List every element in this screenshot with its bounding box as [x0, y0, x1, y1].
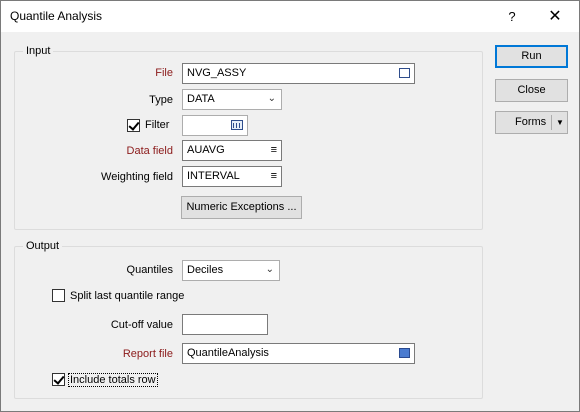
type-value: DATA — [187, 93, 215, 105]
report-file-value: QuantileAnalysis — [187, 347, 269, 359]
chevron-down-icon: ⌄ — [267, 93, 276, 104]
type-label: Type — [149, 94, 173, 106]
data-field-label: Data field — [126, 145, 173, 157]
forms-button[interactable]: Forms ▼ — [495, 111, 568, 134]
numeric-exceptions-button[interactable]: Numeric Exceptions ... — [181, 196, 302, 219]
split-last-label: Split last quantile range — [70, 290, 185, 302]
run-button[interactable]: Run — [495, 45, 568, 68]
data-field[interactable]: AUAVG ≡ — [182, 140, 282, 161]
quantiles-value: Deciles — [187, 264, 224, 276]
chevron-down-icon[interactable]: ▼ — [556, 112, 564, 133]
report-file-label: Report file — [122, 348, 173, 360]
data-field-value: AUAVG — [187, 144, 225, 156]
split-last-checkbox[interactable] — [52, 289, 65, 302]
file-browse-icon[interactable] — [399, 68, 410, 78]
filter-label: Filter — [145, 119, 170, 131]
window-title: Quantile Analysis — [10, 9, 103, 23]
file-field[interactable]: NVG_ASSY — [182, 63, 415, 84]
cutoff-label: Cut-off value — [110, 319, 173, 331]
include-totals-label: Include totals row — [68, 373, 158, 387]
field-list-icon[interactable]: ≡ — [271, 145, 277, 156]
filter-field[interactable] — [182, 115, 248, 136]
chevron-down-icon: ⌄ — [265, 264, 274, 275]
file-browse-icon[interactable] — [399, 348, 410, 358]
quantiles-label: Quantiles — [126, 264, 173, 276]
weighting-field[interactable]: INTERVAL ≡ — [182, 166, 282, 187]
weighting-field-value: INTERVAL — [187, 170, 240, 182]
filter-builder-icon[interactable] — [231, 120, 243, 130]
help-button[interactable]: ? — [497, 5, 527, 29]
filter-checkbox[interactable] — [127, 119, 140, 132]
close-window-button[interactable]: ✕ — [538, 4, 572, 30]
type-dropdown[interactable]: DATA ⌄ — [182, 89, 282, 110]
cutoff-field[interactable] — [182, 314, 268, 335]
file-value: NVG_ASSY — [187, 67, 247, 79]
title-bar: Quantile Analysis ? ✕ — [1, 1, 579, 32]
quantile-analysis-dialog: Quantile Analysis ? ✕ Input File NVG_ASS… — [0, 0, 580, 412]
quantiles-dropdown[interactable]: Deciles ⌄ — [182, 260, 280, 281]
forms-button-label: Forms — [515, 116, 547, 128]
field-list-icon[interactable]: ≡ — [271, 171, 277, 182]
output-group-label: Output — [23, 240, 63, 252]
include-totals-checkbox[interactable] — [52, 373, 65, 386]
file-label: File — [155, 67, 173, 79]
report-file-field[interactable]: QuantileAnalysis — [182, 343, 415, 364]
input-group-label: Input — [23, 45, 54, 57]
weighting-field-label: Weighting field — [101, 171, 173, 183]
close-button[interactable]: Close — [495, 79, 568, 102]
forms-split-divider — [551, 115, 552, 130]
